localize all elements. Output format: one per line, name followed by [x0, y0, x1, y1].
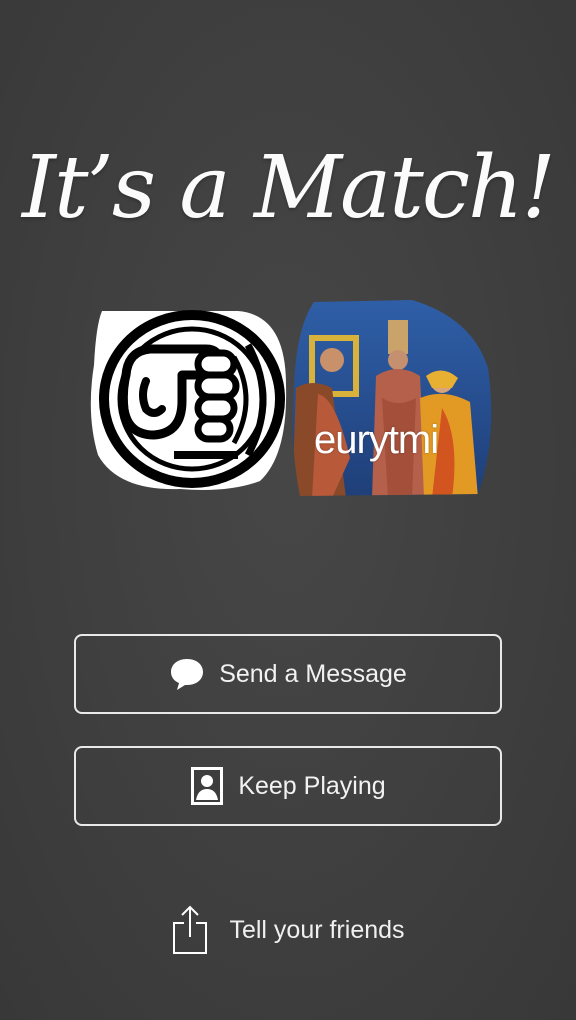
match-username: eurytmi — [314, 418, 439, 462]
share-icon — [173, 905, 208, 954]
tell-friends-label: Tell your friends — [229, 915, 405, 944]
match-title: It’s a Match! — [22, 138, 556, 238]
send-message-label: Send a Message — [219, 659, 407, 688]
match-photo — [292, 300, 492, 496]
right-avatar: eurytmi — [292, 298, 496, 498]
send-message-button[interactable]: Send a Message — [74, 634, 502, 714]
tell-friends-button[interactable]: Tell your friends — [0, 900, 576, 960]
fist-bump-icon — [90, 310, 287, 490]
keep-playing-label: Keep Playing — [238, 771, 386, 800]
profile-card-icon — [191, 767, 224, 805]
chat-bubble-icon — [171, 659, 204, 690]
keep-playing-button[interactable]: Keep Playing — [74, 746, 502, 826]
left-avatar — [88, 305, 292, 493]
